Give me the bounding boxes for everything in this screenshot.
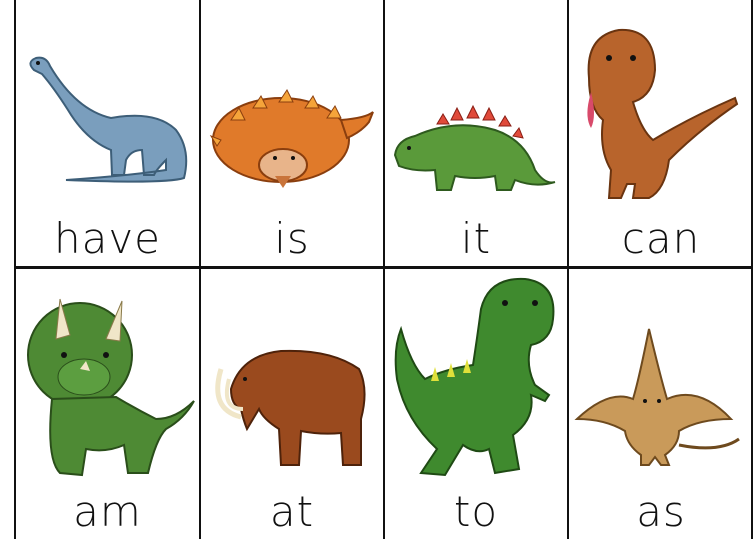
sight-word: it [460, 214, 492, 263]
card-to: to [385, 269, 567, 539]
card-at: at [201, 269, 383, 539]
sight-word: am [73, 487, 142, 536]
flashcard-grid: have is it can am at to as [0, 0, 753, 539]
sight-word: to [453, 487, 499, 536]
divider [567, 0, 569, 539]
divider [383, 0, 385, 539]
card-as: as [569, 269, 753, 539]
sight-word: as [636, 487, 686, 536]
sight-word: at [269, 487, 315, 536]
card-can: can [569, 0, 753, 266]
sight-word: can [621, 214, 701, 263]
divider [14, 0, 16, 539]
card-is: is [201, 0, 383, 266]
card-have: have [16, 0, 199, 266]
divider [199, 0, 201, 539]
sight-word: have [53, 214, 162, 263]
sight-word: is [274, 214, 310, 263]
card-am: am [16, 269, 199, 539]
card-it: it [385, 0, 567, 266]
divider [14, 266, 753, 269]
